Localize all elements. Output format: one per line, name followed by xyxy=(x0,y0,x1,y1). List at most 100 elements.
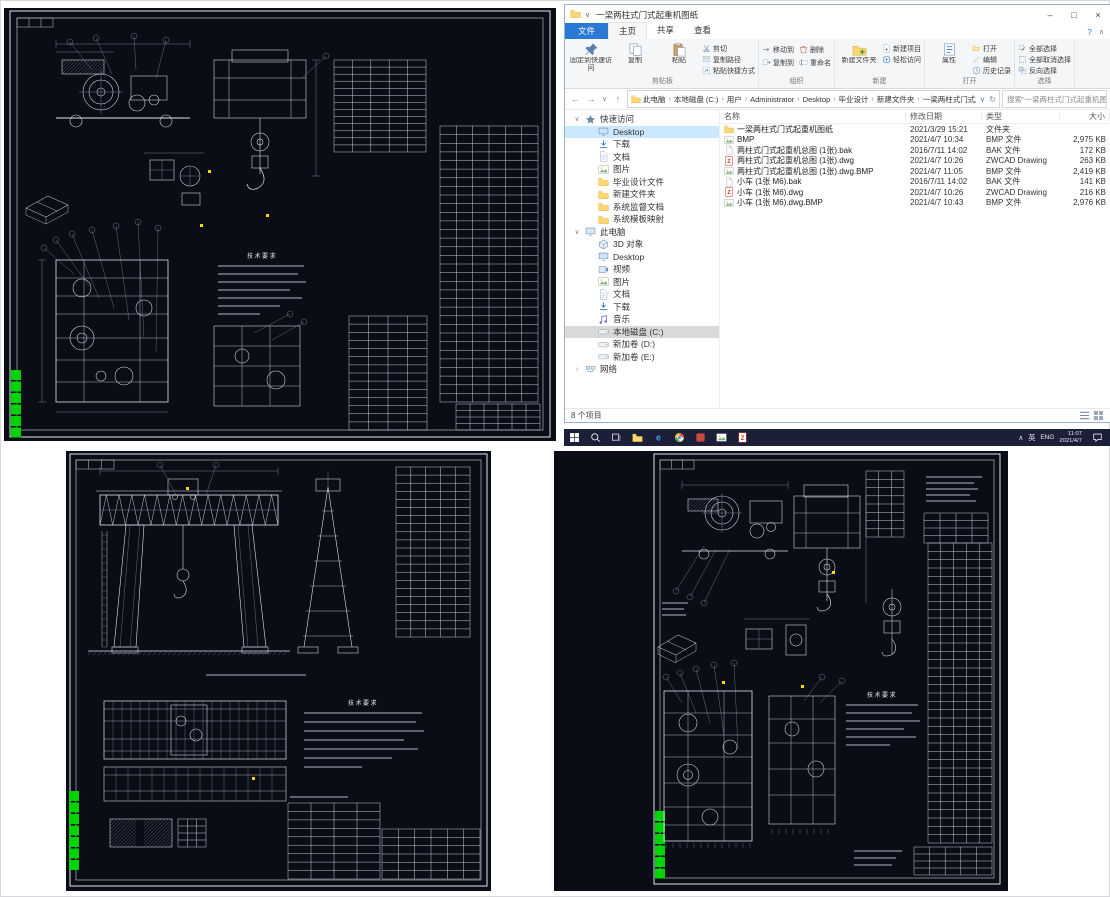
ribbon-button-easy[interactable]: 轻松访问 xyxy=(882,54,921,65)
breadcrumb-segment[interactable]: 一梁两柱式门式起重机图纸 xyxy=(923,94,977,105)
tab-file[interactable]: 文件 xyxy=(565,23,609,39)
sidebar-item[interactable]: 毕业设计文件 xyxy=(565,176,719,189)
ribbon-tab[interactable]: 查看 xyxy=(684,22,721,39)
file-row[interactable]: Z 小车 (1张 M6).dwg 2021/4/7 10:26 ZWCAD Drawi… xyxy=(720,187,1110,198)
minimize-button[interactable]: – xyxy=(1038,5,1062,24)
ribbon-button-props[interactable]: 属性 xyxy=(928,40,970,65)
language-indicator[interactable]: ENG xyxy=(1040,434,1054,441)
breadcrumb-segment[interactable]: 此电脑 xyxy=(643,94,666,105)
file-row[interactable]: 小车 (1张 M6).bak 2016/7/11 14:02 BAK 文件 141 K… xyxy=(720,177,1110,188)
ribbon-button-selnone[interactable]: 全部取消选择 xyxy=(1018,54,1071,65)
chevron-icon[interactable]: ∨ xyxy=(573,228,581,236)
taskbar-app-app-red[interactable] xyxy=(690,429,711,446)
ribbon-button-open[interactable]: 打开 xyxy=(972,43,1011,54)
taskbar-app-chrome-browser[interactable] xyxy=(669,429,690,446)
ribbon-tab[interactable]: 主页 xyxy=(608,22,648,39)
ribbon-tab[interactable]: 共享 xyxy=(647,22,684,39)
sidebar-item[interactable]: 文档 xyxy=(565,151,719,164)
sidebar-item[interactable]: 下载 xyxy=(565,138,719,151)
ime-indicator[interactable]: 英 xyxy=(1028,433,1035,443)
ribbon-button-shortcut[interactable]: 粘贴快捷方式 xyxy=(702,65,755,76)
sidebar-item[interactable]: 新建文件夹 xyxy=(565,188,719,201)
action-center-icon[interactable] xyxy=(1087,429,1108,446)
back-icon[interactable]: ← xyxy=(568,92,582,106)
taskbar-app-edge-browser[interactable]: e xyxy=(648,429,669,446)
ribbon-button-del[interactable]: 删除 xyxy=(799,44,831,55)
file-name: 两柱式门式起重机总图 (1张).dwg xyxy=(737,156,854,166)
file-row[interactable]: BMP 2021/4/7 10:34 BMP 文件 2,975 KB xyxy=(720,135,1110,146)
sidebar-section-pc[interactable]: ∨ 此电脑 xyxy=(565,226,719,239)
column-header-date[interactable]: 修改日期 xyxy=(906,112,982,121)
maximize-button[interactable]: □ xyxy=(1062,5,1086,24)
file-row[interactable]: 小车 (1张 M6).dwg.BMP 2021/4/7 10:43 BMP 文件 2,… xyxy=(720,198,1110,209)
ribbon-button-edit[interactable]: 编辑 xyxy=(972,54,1011,65)
file-type: ZWCAD Drawing xyxy=(986,156,1047,166)
breadcrumb-segment[interactable]: Administrator xyxy=(750,95,794,104)
sidebar-section-net[interactable]: › 网络 xyxy=(565,363,719,376)
thumbnail-view-icon[interactable] xyxy=(1093,410,1104,421)
taskbar-app-image-viewer[interactable] xyxy=(711,429,732,446)
ribbon-button-newfolder[interactable]: 新建文件夹 xyxy=(838,40,880,65)
sidebar-item[interactable]: 新加卷 (D:) xyxy=(565,338,719,351)
ribbon-button-newitem[interactable]: 新建项目 xyxy=(882,43,921,54)
sidebar-item[interactable]: 下载 xyxy=(565,301,719,314)
ribbon-button-selinv[interactable]: 反向选择 xyxy=(1018,65,1071,76)
address-box[interactable]: 此电脑 › 本地磁盘 (C:) › 用户 › Administrator › Desktop › 毕… xyxy=(627,90,1000,108)
chevron-icon[interactable]: ∨ xyxy=(573,115,581,123)
task-view-icon[interactable] xyxy=(606,429,627,446)
ribbon-button-path[interactable]: 复制路径 xyxy=(702,54,755,65)
column-header-size[interactable]: 大小 xyxy=(1060,112,1110,121)
sidebar-item[interactable]: 图片 xyxy=(565,163,719,176)
help-icon[interactable]: ? xyxy=(1087,28,1091,37)
file-row[interactable]: Z 两柱式门式起重机总图 (1张).dwg 2021/4/7 10:26 ZWCAD … xyxy=(720,156,1110,167)
ribbon-button-paste[interactable]: 粘贴 xyxy=(658,40,700,65)
breadcrumb-segment[interactable]: 新建文件夹 xyxy=(877,94,915,105)
sidebar-item[interactable]: 本地磁盘 (C:) xyxy=(565,325,719,338)
breadcrumb-segment[interactable]: Desktop xyxy=(803,95,831,104)
file-row[interactable]: 两柱式门式起重机总图 (1张).dwg.BMP 2021/4/7 11:05 BMP… xyxy=(720,166,1110,177)
breadcrumb-segment[interactable]: 毕业设计 xyxy=(839,94,869,105)
up-icon[interactable]: ↑ xyxy=(611,92,625,106)
taskbar-clock[interactable]: 11:07 2021/4/7 xyxy=(1059,431,1082,444)
file-row[interactable]: 一梁两柱式门式起重机图纸 2021/3/29 15:21 文件夹 xyxy=(720,124,1110,135)
sidebar-item[interactable]: 系统模板映射 xyxy=(565,213,719,226)
details-view-icon[interactable] xyxy=(1079,410,1090,421)
file-row[interactable]: 两柱式门式起重机总图 (1张).bak 2016/7/11 14:02 BAK 文件… xyxy=(720,145,1110,156)
column-header-type[interactable]: 类型 xyxy=(982,112,1060,121)
ribbon-button-move[interactable]: 移动到 xyxy=(762,44,794,55)
ribbon-button-rename[interactable]: 重命名 xyxy=(799,57,831,68)
ribbon-button-cut[interactable]: 剪切 xyxy=(702,43,755,54)
taskbar-app-file-explorer[interactable] xyxy=(627,429,648,446)
sidebar-item[interactable]: Desktop xyxy=(565,251,719,264)
sidebar-item[interactable]: 新加卷 (E:) xyxy=(565,351,719,364)
search-input[interactable]: 搜索“一梁两柱式门式起重机图纸” xyxy=(1002,90,1107,108)
breadcrumb-segment[interactable]: 用户 xyxy=(727,94,742,105)
ribbon-collapse-icon[interactable]: ∧ xyxy=(1099,28,1104,37)
breadcrumb-segment[interactable]: 本地磁盘 (C:) xyxy=(674,94,719,105)
sidebar-item[interactable]: 音乐 xyxy=(565,313,719,326)
start-button[interactable] xyxy=(564,429,585,446)
taskbar-search-icon[interactable] xyxy=(585,429,606,446)
sidebar-section-star[interactable]: ∨ 快速访问 xyxy=(565,113,719,126)
close-button[interactable]: × xyxy=(1086,5,1110,24)
address-dropdown-icon[interactable]: ∨ xyxy=(979,95,985,104)
sidebar-item[interactable]: 视频 xyxy=(565,263,719,276)
forward-icon[interactable]: → xyxy=(584,92,598,106)
ribbon-button-copyto[interactable]: 复制到 xyxy=(762,57,794,68)
sidebar-item[interactable]: 图片 xyxy=(565,276,719,289)
chevron-icon[interactable]: › xyxy=(573,366,581,373)
quick-access-toolbar-chevron-icon[interactable]: ∨ xyxy=(585,11,590,19)
refresh-icon[interactable]: ↻ xyxy=(989,95,996,104)
column-header-name[interactable]: 名称 xyxy=(720,112,906,121)
ribbon-button-selall[interactable]: 全部选择 xyxy=(1018,43,1071,54)
ribbon-button-pin[interactable]: 固定到快速访问 xyxy=(570,40,612,72)
recent-locations-icon[interactable]: ∨ xyxy=(600,92,609,106)
sidebar-item[interactable]: Desktop xyxy=(565,125,719,138)
tray-chevron-icon[interactable]: ∧ xyxy=(1018,434,1023,442)
sidebar-item[interactable]: 3D 对象 xyxy=(565,238,719,251)
ribbon-button-history[interactable]: 历史记录 xyxy=(972,65,1011,76)
sidebar-item[interactable]: 文档 xyxy=(565,288,719,301)
sidebar-item[interactable]: 系统监督文档 xyxy=(565,201,719,214)
taskbar-app-zwcad[interactable]: Z xyxy=(732,429,753,446)
ribbon-button-copy[interactable]: 复制 xyxy=(614,40,656,65)
